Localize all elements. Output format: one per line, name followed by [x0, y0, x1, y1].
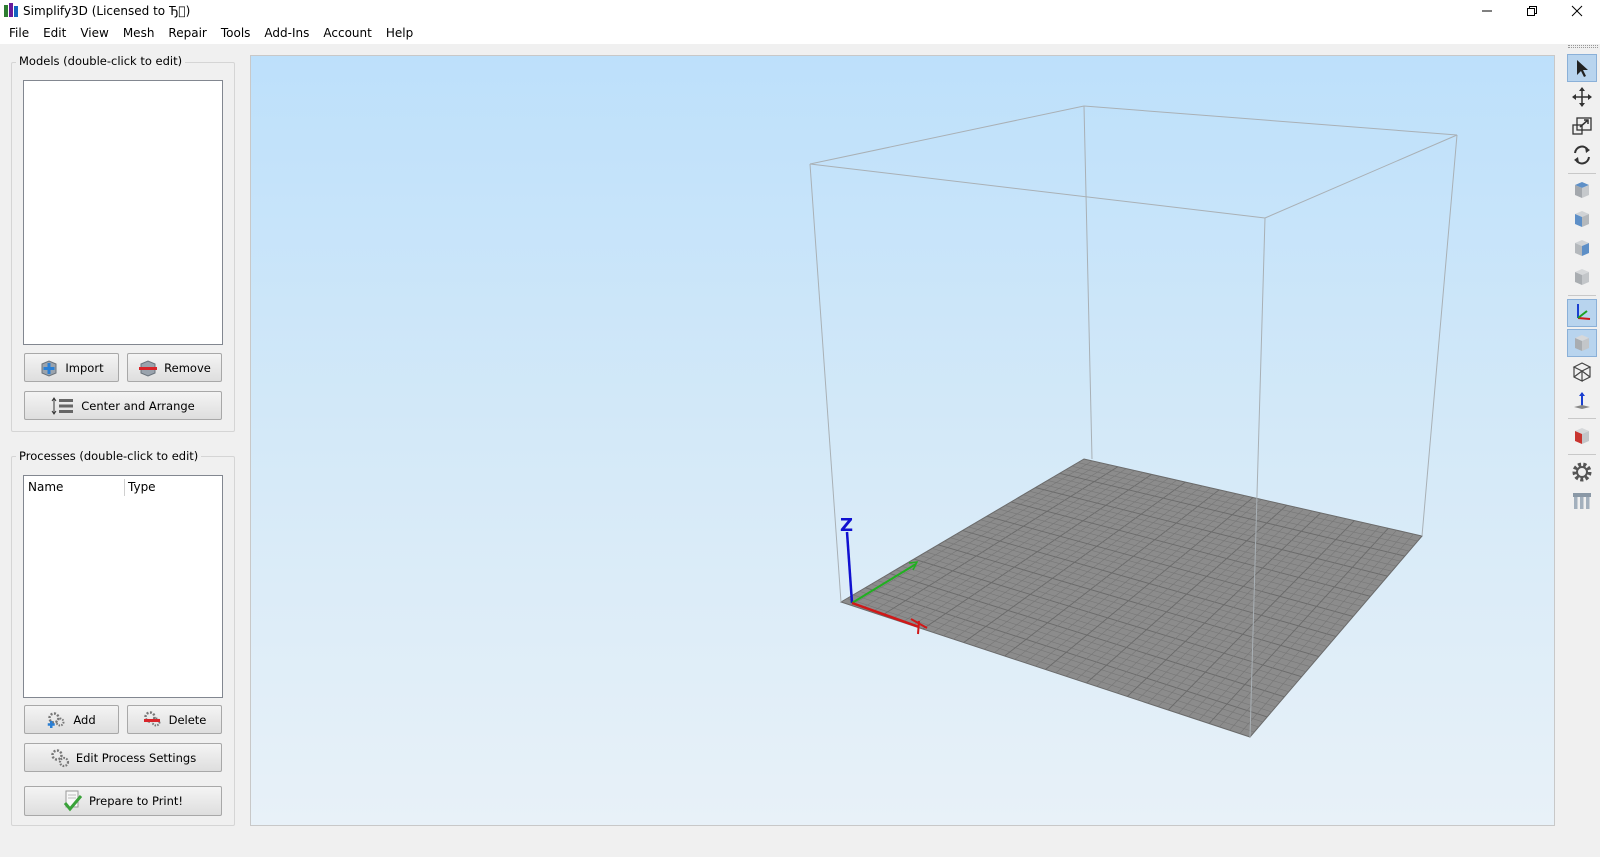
prepare-to-print-label: Prepare to Print! [88, 794, 184, 808]
rotate-icon [1574, 145, 1590, 165]
view-front-cube-icon [1575, 211, 1589, 227]
column-header-type[interactable]: Type [128, 480, 156, 494]
rotate-tool-button[interactable] [1567, 141, 1597, 169]
center-arrange-button[interactable]: Center and Arrange [24, 391, 222, 420]
app-logo-icon [4, 3, 18, 17]
solid-view-icon [1575, 335, 1589, 351]
restore-button[interactable] [1509, 0, 1555, 22]
menu-bar: File Edit View Mesh Repair Tools Add-Ins… [0, 22, 1600, 44]
view-top-button[interactable] [1567, 176, 1597, 204]
supports-button[interactable] [1567, 487, 1597, 515]
menu-file[interactable]: File [2, 22, 36, 44]
center-arrange-icon [51, 396, 74, 415]
menu-view[interactable]: View [73, 22, 115, 44]
settings-button[interactable] [1567, 458, 1597, 486]
minimize-button[interactable] [1464, 0, 1510, 22]
add-process-button[interactable]: Add [24, 705, 119, 734]
select-tool-button[interactable] [1567, 54, 1597, 82]
import-icon [41, 359, 57, 377]
remove-button[interactable]: Remove [127, 353, 222, 382]
right-toolbar [1564, 54, 1600, 554]
processes-group-title: Processes (double-click to edit) [16, 449, 202, 463]
menu-edit[interactable]: Edit [36, 22, 73, 44]
title-bar: Simplify3D (Licensed to Ђ⃞) [0, 0, 1600, 22]
build-volume-scene: Z [809, 105, 1458, 738]
toolbar-separator [1568, 454, 1596, 455]
window-title: Simplify3D (Licensed to Ђ⃞) [23, 4, 191, 18]
z-axis [845, 531, 854, 604]
delete-gear-icon [143, 710, 161, 726]
menu-add-ins[interactable]: Add-Ins [257, 22, 316, 44]
toolbar-grip[interactable] [1568, 45, 1598, 48]
restore-icon [1527, 6, 1537, 16]
edit-process-settings-label: Edit Process Settings [75, 750, 197, 765]
delete-process-button[interactable]: Delete [127, 705, 222, 734]
center-arrange-label: Center and Arrange [81, 398, 195, 413]
models-list[interactable] [23, 80, 223, 345]
view-front-button[interactable] [1567, 205, 1597, 233]
wireframe-view-button[interactable] [1567, 358, 1597, 386]
view-right-cube-icon [1575, 240, 1589, 256]
menu-repair[interactable]: Repair [161, 22, 213, 44]
add-label: Add [73, 712, 96, 727]
remove-label: Remove [164, 360, 211, 375]
solid-view-button[interactable] [1567, 329, 1597, 357]
add-gear-icon [48, 711, 65, 728]
show-normal-button[interactable] [1567, 387, 1597, 415]
wireframe-view-icon [1572, 362, 1592, 382]
toolbar-separator [1568, 295, 1596, 296]
supports-icon [1573, 493, 1591, 509]
view-right-button[interactable] [1567, 234, 1597, 262]
select-icon [1577, 60, 1588, 77]
cross-section-button[interactable] [1567, 422, 1597, 450]
import-button[interactable]: Import [24, 353, 119, 382]
edit-process-settings-button[interactable]: Edit Process Settings [24, 743, 222, 772]
show-axes-icon [1577, 304, 1591, 320]
move-tool-button[interactable] [1567, 83, 1597, 111]
close-button[interactable] [1554, 0, 1600, 22]
prepare-to-print-button[interactable]: Prepare to Print! [24, 786, 222, 816]
prepare-check-icon [63, 790, 83, 812]
show-normal-icon [1574, 392, 1590, 409]
cross-section-icon [1575, 428, 1589, 444]
show-axes-button[interactable] [1567, 299, 1597, 327]
models-group-title: Models (double-click to edit) [16, 54, 186, 68]
toolbar-separator [1568, 418, 1596, 419]
processes-table[interactable]: Name Type [23, 475, 223, 698]
gears-icon [51, 748, 69, 767]
toolbar-separator [1568, 173, 1596, 174]
remove-icon [139, 359, 158, 377]
delete-label: Delete [168, 712, 207, 727]
scale-tool-button[interactable] [1567, 112, 1597, 140]
column-divider [124, 479, 125, 496]
minimize-icon [1482, 10, 1492, 12]
import-label: Import [65, 360, 104, 375]
close-icon [1571, 5, 1583, 17]
menu-tools[interactable]: Tools [214, 22, 258, 44]
z-axis-label: Z [840, 515, 853, 536]
move-icon [1572, 87, 1592, 107]
menu-account[interactable]: Account [316, 22, 378, 44]
settings-gear-icon [1572, 462, 1592, 482]
view-iso-cube-icon [1575, 269, 1589, 285]
menu-mesh[interactable]: Mesh [116, 22, 162, 44]
menu-help[interactable]: Help [379, 22, 420, 44]
view-iso-button[interactable] [1567, 263, 1597, 291]
scale-icon [1572, 117, 1592, 135]
view-top-cube-icon [1575, 182, 1589, 198]
3d-viewport[interactable]: Z [250, 55, 1555, 826]
column-header-name[interactable]: Name [28, 480, 63, 494]
